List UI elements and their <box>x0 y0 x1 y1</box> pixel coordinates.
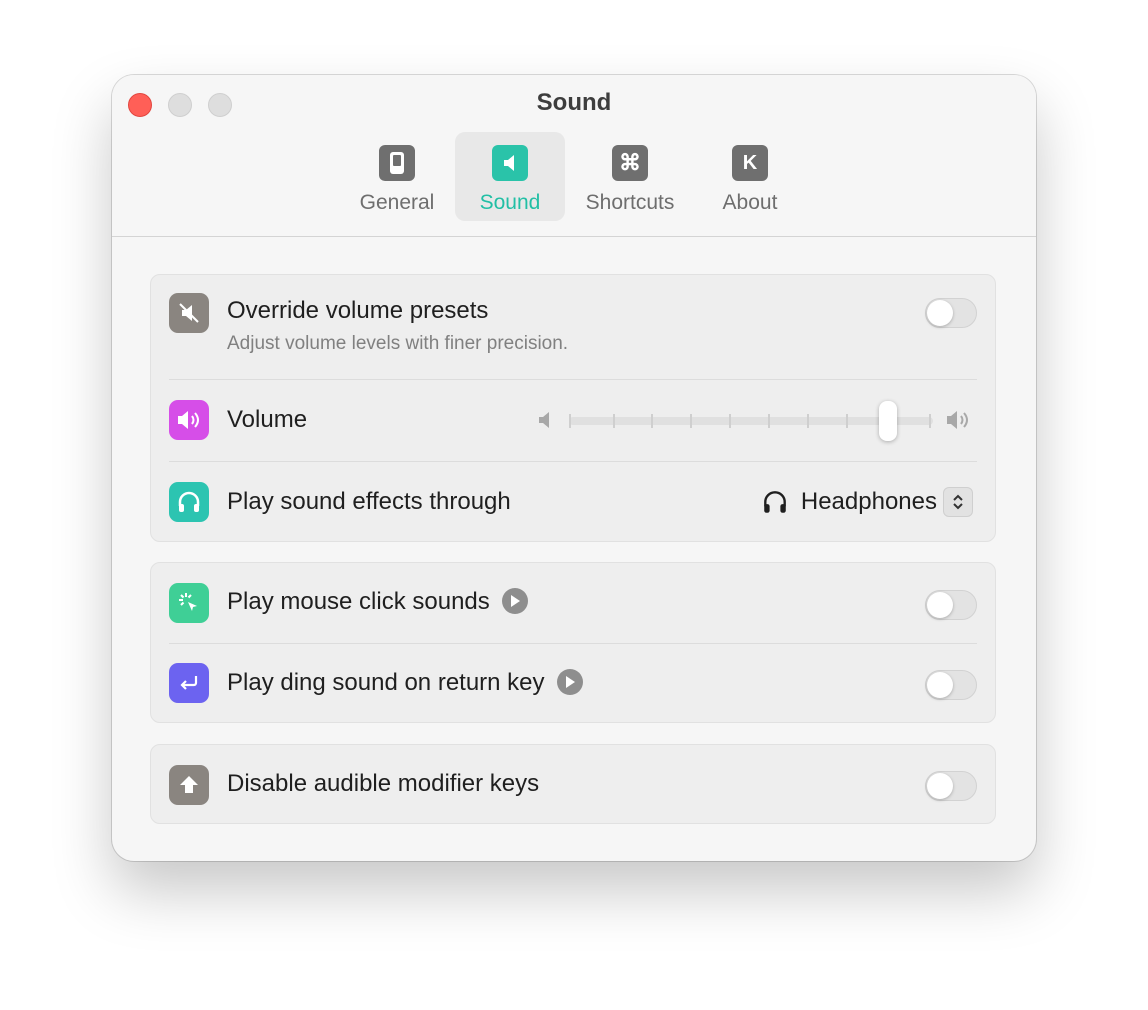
command-icon: ⌘ <box>612 145 648 181</box>
tab-shortcuts[interactable]: ⌘ Shortcuts <box>569 132 691 221</box>
tab-shortcuts-label: Shortcuts <box>585 191 675 214</box>
volume-icon <box>169 400 209 440</box>
window-title: Sound <box>536 89 612 116</box>
click-sounds-group: Play mouse click sounds Play ding sound … <box>150 562 996 723</box>
sound-output-value: Headphones <box>800 488 937 515</box>
headphones-icon <box>763 491 786 513</box>
volume-high-icon <box>947 411 968 429</box>
speaker-muted-icon <box>169 293 209 333</box>
volume-title: Volume <box>227 406 308 433</box>
k-logo-icon: K <box>732 145 768 181</box>
slider-tick <box>690 414 692 428</box>
tab-about-label: About <box>722 191 778 214</box>
preview-mouse-click-button[interactable] <box>501 587 528 614</box>
toolbar: Sound General Sound ⌘ Shortcuts K About <box>112 75 1036 237</box>
mouse-click-title: Play mouse click sounds <box>227 587 528 616</box>
override-volume-subtitle: Adjust volume levels with finer precisio… <box>227 333 569 354</box>
slider-tick <box>651 414 653 428</box>
override-volume-title: Override volume presets <box>227 297 489 324</box>
slider-tick <box>569 414 571 428</box>
override-volume-toggle[interactable] <box>925 298 977 328</box>
tab-about[interactable]: K About <box>700 132 800 221</box>
tab-sound[interactable]: Sound <box>455 132 565 221</box>
toggle-knob <box>927 300 953 326</box>
volume-slider-thumb[interactable] <box>878 401 897 441</box>
sound-output-select[interactable]: Headphones <box>761 487 973 517</box>
return-key-icon <box>169 663 209 703</box>
settings-window: Sound General Sound ⌘ Shortcuts K About <box>112 75 1036 861</box>
slider-tick <box>768 414 770 428</box>
toggle-knob <box>927 592 953 618</box>
preview-ding-button[interactable] <box>556 668 583 695</box>
divider <box>169 643 977 644</box>
chevron-updown-icon <box>943 487 973 517</box>
modifier-keys-title: Disable audible modifier keys <box>227 770 540 797</box>
phone-icon <box>379 145 415 181</box>
volume-low-icon <box>539 412 549 428</box>
tab-sound-label: Sound <box>479 191 541 214</box>
tab-general-label: General <box>359 191 435 214</box>
slider-tick <box>613 414 615 428</box>
sound-output-title: Play sound effects through <box>227 488 511 515</box>
ding-title: Play ding sound on return key <box>227 668 583 697</box>
slider-tick <box>929 414 931 428</box>
tab-general[interactable]: General <box>342 132 452 221</box>
toggle-knob <box>927 672 953 698</box>
volume-slider[interactable] <box>569 401 933 441</box>
slider-tick <box>846 414 848 428</box>
divider <box>169 461 977 462</box>
cursor-click-icon <box>169 583 209 623</box>
divider <box>169 379 977 380</box>
mouse-click-toggle[interactable] <box>925 590 977 620</box>
speaker-icon <box>492 145 528 181</box>
ding-toggle[interactable] <box>925 670 977 700</box>
sound-settings-group: Override volume presets Adjust volume le… <box>150 274 996 542</box>
slider-tick <box>729 414 731 428</box>
ding-label: Play ding sound on return key <box>227 669 545 696</box>
headphones-icon <box>169 482 209 522</box>
slider-tick <box>807 414 809 428</box>
mouse-click-label: Play mouse click sounds <box>227 588 490 615</box>
shift-key-icon <box>169 765 209 805</box>
modifier-keys-toggle[interactable] <box>925 771 977 801</box>
toggle-knob <box>927 773 953 799</box>
modifier-keys-group: Disable audible modifier keys <box>150 744 996 824</box>
